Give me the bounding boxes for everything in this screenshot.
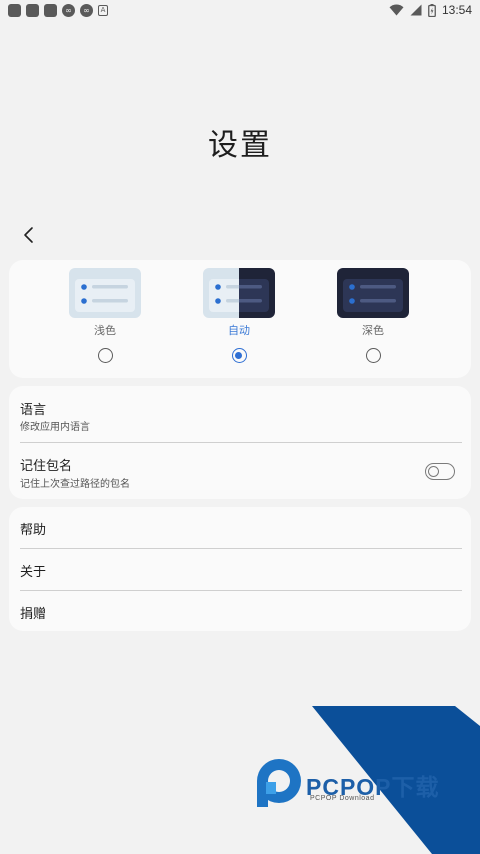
help-label: 帮助: [20, 523, 47, 538]
theme-option-dark[interactable]: 深色: [313, 260, 433, 378]
remember-package-subtitle: 记住上次查过路径的包名: [20, 479, 130, 490]
donate-item[interactable]: 捐赠: [9, 591, 471, 631]
theme-radio-auto[interactable]: [231, 348, 247, 363]
notification-square-icon: [26, 3, 39, 17]
remember-package-toggle[interactable]: [425, 463, 455, 480]
theme-label-auto: 自动: [228, 324, 250, 337]
status-bar: ∞ ∞ A 13:54: [0, 0, 480, 20]
infinity-icon: ∞: [62, 3, 75, 17]
theme-radio-light[interactable]: [97, 348, 113, 363]
about-label: 关于: [20, 565, 47, 580]
help-item[interactable]: 帮助: [9, 507, 471, 548]
theme-option-light[interactable]: 浅色: [45, 260, 165, 378]
status-notifications: ∞ ∞ A: [8, 3, 108, 17]
signal-icon: [410, 4, 422, 16]
theme-option-auto[interactable]: 自动: [179, 260, 299, 378]
battery-icon: [428, 3, 436, 17]
notification-square-icon: [44, 3, 57, 17]
remember-package-title: 记住包名: [20, 459, 73, 474]
about-item[interactable]: 关于: [9, 549, 471, 590]
light-theme-preview-icon: [69, 268, 141, 318]
notification-square-icon: [8, 3, 21, 17]
watermark-subtitle: PCPOP Download: [310, 795, 375, 802]
theme-radio-dark[interactable]: [365, 348, 381, 363]
remember-package-setting[interactable]: 记住包名 记住上次查过路径的包名: [9, 443, 471, 499]
back-button[interactable]: [16, 222, 42, 248]
dark-theme-preview-icon: [337, 268, 409, 318]
auto-theme-preview-icon: [203, 268, 275, 318]
menu-card: 帮助 关于 捐赠: [9, 507, 471, 631]
language-title: 语言: [20, 403, 47, 418]
language-setting[interactable]: 语言 修改应用内语言: [9, 386, 471, 442]
theme-label-light: 浅色: [94, 324, 116, 337]
theme-label-dark: 深色: [362, 324, 384, 337]
settings-card: 语言 修改应用内语言 记住包名 记住上次查过路径的包名: [9, 386, 471, 499]
donate-label: 捐赠: [20, 607, 47, 622]
chevron-left-icon: [24, 227, 33, 243]
infinity-icon: ∞: [80, 3, 93, 17]
wifi-icon: [389, 4, 404, 16]
a-icon: A: [98, 4, 108, 16]
language-subtitle: 修改应用内语言: [20, 422, 90, 433]
page-title: 设置: [208, 128, 272, 163]
status-time: 13:54: [441, 3, 472, 17]
theme-card: 浅色 自动 深色: [9, 260, 471, 378]
